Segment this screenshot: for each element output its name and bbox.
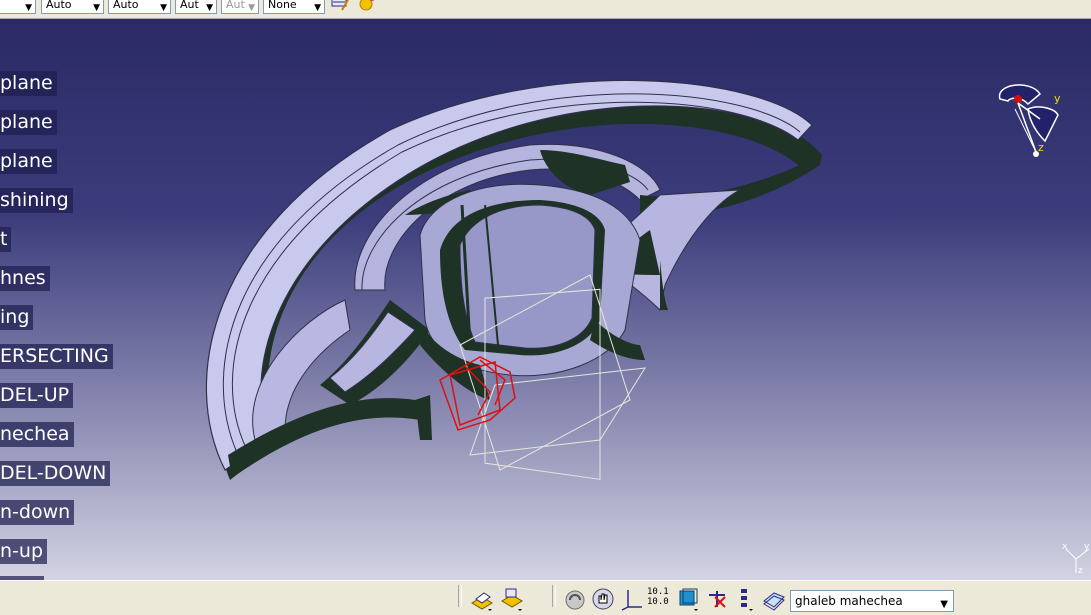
point-type-combo[interactable]: Aut ▼ <box>175 0 217 14</box>
hide-show-icon[interactable] <box>705 587 729 611</box>
insert-sketch-icon[interactable] <box>500 587 524 611</box>
compass-y-label: y <box>1054 92 1061 105</box>
line-type-combo[interactable]: Auto ▼ <box>108 0 171 14</box>
line-weight-combo[interactable]: Auto ▼ <box>41 0 104 14</box>
toolbar-separator <box>552 585 556 607</box>
current-layer-value: ghaleb mahechea <box>795 594 903 608</box>
rendering-style-combo[interactable]: None ▼ <box>263 0 325 14</box>
compass-icon[interactable]: y z <box>990 79 1070 169</box>
combo-0[interactable]: ▼ <box>0 0 36 14</box>
triad-y-label: y <box>1084 542 1090 552</box>
layer-icon[interactable] <box>762 587 786 611</box>
normal-view-icon[interactable]: 10.1 10.0 <box>647 587 671 611</box>
pan-hand-icon[interactable] <box>591 587 615 611</box>
chevron-down-icon: ▼ <box>940 599 948 610</box>
sketch-plane-icon[interactable] <box>470 587 494 611</box>
chevron-down-icon: ▼ <box>160 3 167 13</box>
current-layer-combo[interactable]: ghaleb mahechea ▼ <box>790 590 954 612</box>
combo-value: Aut <box>226 0 245 11</box>
triad-z-label: z <box>1078 566 1083 576</box>
chevron-down-icon: ▼ <box>93 3 100 13</box>
triad-x-label: x <box>1062 542 1068 552</box>
properties-painter-icon[interactable] <box>330 0 350 14</box>
bottom-toolbar: 10.1 10.0 ghaleb mahechea ▼ <box>0 580 1091 615</box>
fit-all-icon[interactable] <box>563 587 587 611</box>
compass-z-label: z <box>1038 141 1044 154</box>
swap-visible-space-icon[interactable] <box>733 587 757 611</box>
axis-triad-icon: x y z <box>1062 542 1090 576</box>
toolbar-separator <box>458 585 462 607</box>
chevron-down-icon: ▼ <box>314 3 321 13</box>
combo-value: Auto <box>113 0 139 11</box>
top-toolbar: ▼ Auto ▼ Auto ▼ Aut ▼ Aut ▼ None ▼ <box>0 0 1091 19</box>
3d-viewport[interactable]: plane plane plane shining t hnes ing ERS… <box>0 19 1091 580</box>
chevron-down-icon: ▼ <box>206 3 213 13</box>
rotate-axes-icon[interactable] <box>620 587 644 611</box>
layer-filter-combo[interactable]: Aut ▼ <box>221 0 259 14</box>
combo-value: Aut <box>180 0 199 11</box>
quick-view-icon[interactable] <box>676 587 700 611</box>
combo-value: Auto <box>46 0 72 11</box>
chevron-down-icon: ▼ <box>25 3 32 13</box>
combo-value: None <box>268 0 297 11</box>
material-sphere-icon[interactable] <box>356 0 376 14</box>
3d-part-model[interactable] <box>0 19 1091 580</box>
chevron-down-icon: ▼ <box>248 3 255 13</box>
